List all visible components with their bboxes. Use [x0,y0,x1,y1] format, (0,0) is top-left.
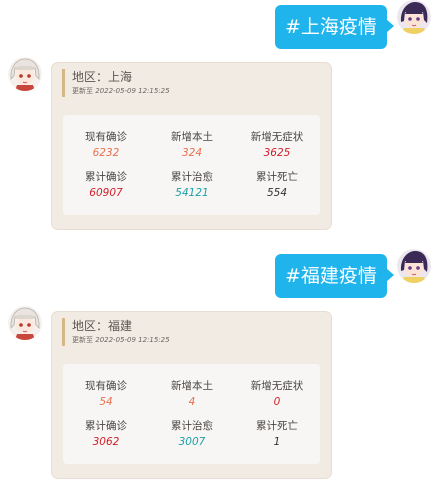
stat-value: 554 [266,187,288,199]
stat-value: 60907 [89,187,123,199]
stat-total-deaths: 累计死亡 554 [234,170,320,200]
update-time: 更新至 2022-05-09 12:15:25 [72,85,170,97]
stat-label: 累计治愈 [171,420,213,432]
user-message-bubble[interactable]: #福建疫情 [275,254,394,298]
stat-label: 新增无症状 [250,131,304,143]
stat-value: 6232 [92,147,120,159]
stat-label: 现有确诊 [85,380,127,392]
stat-new-local: 新增本土 324 [149,130,235,160]
stat-value: 54 [99,396,113,408]
updated-time: 2022-05-09 12:15:25 [95,87,170,95]
stat-value: 3062 [92,436,120,448]
card-header: 地区：福建 更新至 2022-05-09 12:15:25 [62,318,170,346]
stat-total-confirmed: 累计确诊 60907 [63,170,149,200]
stat-label: 新增本土 [171,131,213,143]
purple-hair-anime-avatar-icon[interactable] [397,0,431,34]
stat-current-confirmed: 现有确诊 54 [63,379,149,409]
stats-grid: 现有确诊 54 新增本土 4 新增无症状 0 累计确诊 3062 累计治愈 30… [63,364,320,464]
stat-value: 4 [188,396,196,408]
stat-current-confirmed: 现有确诊 6232 [63,130,149,160]
epidemic-info-card: 地区：上海 更新至 2022-05-09 12:15:25 现有确诊 6232 … [51,62,332,230]
stat-value: 1 [273,436,281,448]
stat-label: 现有确诊 [85,131,127,143]
region-label: 地区：福建 [72,319,133,333]
stat-total-cured: 累计治愈 54121 [149,170,235,200]
stat-label: 累计治愈 [171,171,213,183]
stat-label: 累计死亡 [256,171,298,183]
stat-value: 3625 [263,147,291,159]
region-label: 地区：上海 [72,70,133,84]
stats-grid: 现有确诊 6232 新增本土 324 新增无症状 3625 累计确诊 60907… [63,115,320,215]
update-time: 更新至 2022-05-09 12:15:25 [72,334,170,346]
updated-time: 2022-05-09 12:15:25 [95,336,170,344]
stat-label: 新增无症状 [250,380,304,392]
updated-label: 更新至 [72,87,93,95]
user-message-bubble[interactable]: #上海疫情 [275,5,394,49]
stat-new-local: 新增本土 4 [149,379,235,409]
card-header: 地区：上海 更新至 2022-05-09 12:15:25 [62,69,170,97]
stat-label: 累计确诊 [85,171,127,183]
stat-label: 累计确诊 [85,420,127,432]
white-hair-anime-avatar-icon[interactable] [8,57,42,91]
stat-value: 324 [181,147,203,159]
stat-value: 54121 [175,187,209,199]
stat-total-confirmed: 累计确诊 3062 [63,419,149,449]
stat-total-cured: 累计治愈 3007 [149,419,235,449]
stat-label: 新增本土 [171,380,213,392]
stat-label: 累计死亡 [256,420,298,432]
stat-new-asymptomatic: 新增无症状 0 [234,379,320,409]
updated-label: 更新至 [72,336,93,344]
chat-window: #上海疫情 地区：上海 更新至 2022-05-09 12:15:25 现有确诊… [0,0,438,483]
white-hair-anime-avatar-icon[interactable] [8,306,42,340]
stat-value: 3007 [178,436,206,448]
stat-value: 0 [273,396,281,408]
stat-new-asymptomatic: 新增无症状 3625 [234,130,320,160]
epidemic-info-card: 地区：福建 更新至 2022-05-09 12:15:25 现有确诊 54 新增… [51,311,332,479]
purple-hair-anime-avatar-icon[interactable] [397,249,431,283]
stat-total-deaths: 累计死亡 1 [234,419,320,449]
